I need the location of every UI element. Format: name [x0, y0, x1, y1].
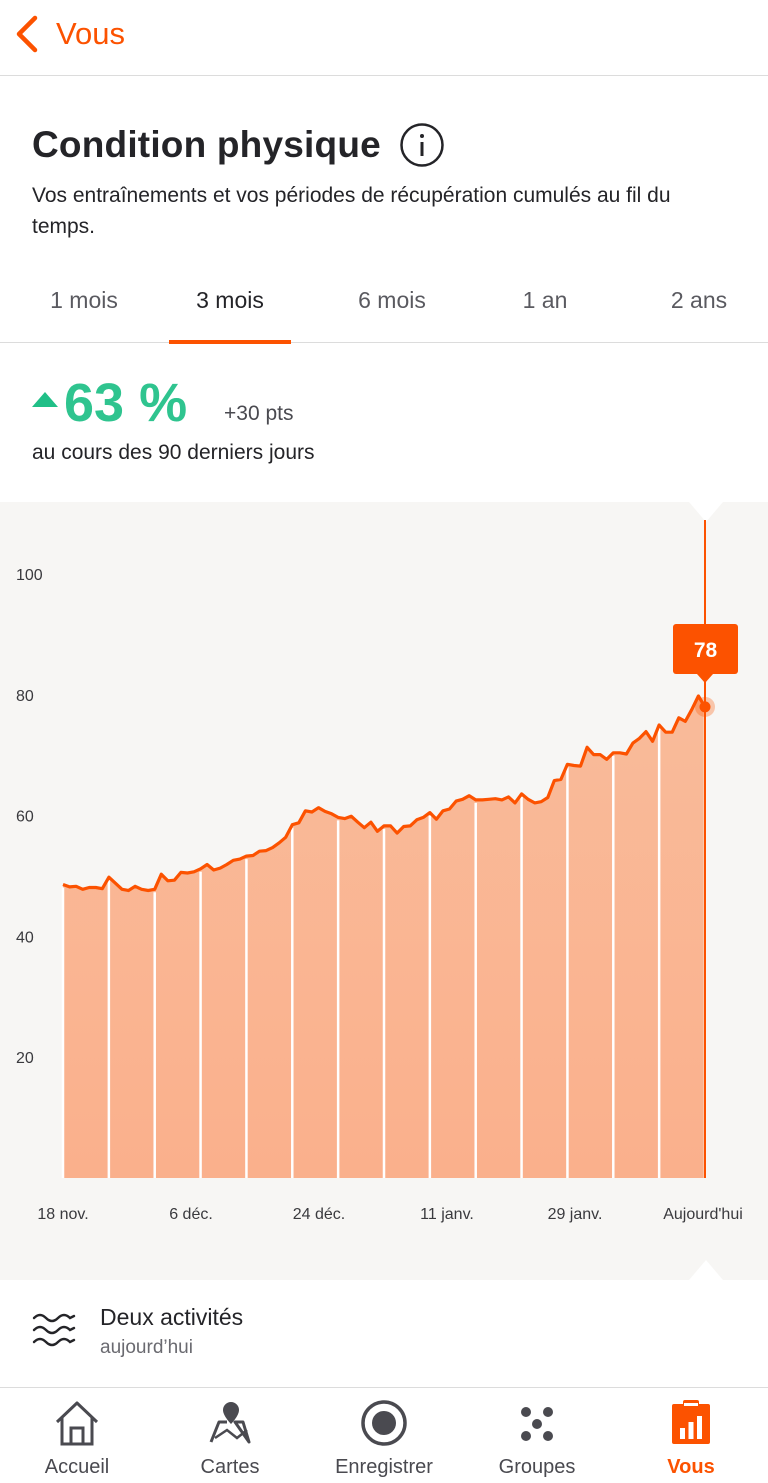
tab-3-months[interactable]: 3 mois [169, 270, 291, 344]
nav-item-record[interactable]: Enregistrer [307, 1388, 461, 1483]
fitness-chart[interactable]: 20 40 60 80 100 18 nov. 6 déc. 24 déc. 11 janv. 2… [0, 502, 768, 1280]
tab-label: 1 an [522, 287, 568, 313]
x-tick-label: 29 janv. [548, 1206, 603, 1223]
top-bar: Vous [0, 0, 768, 76]
nav-item-maps[interactable]: Cartes [153, 1388, 307, 1483]
y-tick-label: 20 [16, 1050, 34, 1067]
y-tick-label: 100 [16, 567, 43, 584]
tooltip-pointer [697, 674, 713, 683]
you-icon [672, 1400, 710, 1444]
chart-svg: 20 40 60 80 100 18 nov. 6 déc. 24 déc. 11 janv. 2… [16, 502, 743, 1280]
y-tick-label: 40 [16, 929, 34, 946]
map-icon [209, 1402, 251, 1444]
nav-item-groups[interactable]: Groupes [460, 1388, 614, 1483]
x-tick-label: 18 nov. [37, 1206, 88, 1223]
home-icon [55, 1401, 99, 1446]
nav-label: Enregistrer [335, 1456, 433, 1478]
tab-label: 6 mois [358, 287, 426, 313]
page-title: Condition physique [32, 124, 381, 165]
title-row: Condition physique [32, 122, 445, 168]
cursor-notch-bottom [689, 1260, 723, 1280]
nav-label: Vous [667, 1456, 715, 1478]
x-tick-label: Aujourd'hui [663, 1206, 743, 1223]
info-icon[interactable] [399, 122, 445, 168]
tab-1-year[interactable]: 1 an [468, 270, 622, 343]
nav-label: Groupes [498, 1456, 576, 1478]
x-tick-label: 24 déc. [293, 1206, 345, 1223]
activity-title: Deux activités [100, 1304, 244, 1330]
tab-label: 1 mois [50, 287, 118, 313]
tab-1-month[interactable]: 1 mois [7, 270, 161, 343]
trend-up-icon [32, 392, 58, 407]
tab-6-months[interactable]: 6 mois [315, 270, 469, 343]
activity-wave-icon [32, 1313, 76, 1347]
activity-subtitle: aujourd’hui [100, 1337, 193, 1358]
bottom-nav: Accueil Cartes Enregistrer Groupes Vous [0, 1388, 768, 1483]
fitness-percent: 63 % [64, 373, 188, 433]
nav-label: Cartes [200, 1456, 260, 1478]
y-tick-label: 80 [16, 688, 34, 705]
tab-2-years[interactable]: 2 ans [622, 270, 768, 343]
tooltip-value: 78 [694, 639, 718, 662]
summary-period: au cours des 90 derniers jours [32, 441, 315, 464]
chevron-left-icon [16, 15, 38, 53]
cursor-notch-top [689, 502, 723, 522]
back-button[interactable]: Vous [14, 10, 125, 58]
marker-dot [699, 701, 711, 713]
period-tabs: 1 mois 3 mois 6 mois 1 an 2 ans [0, 270, 768, 344]
nav-label: Accueil [44, 1456, 110, 1478]
back-label: Vous [56, 16, 125, 51]
tab-label: 2 ans [670, 287, 728, 313]
nav-item-home[interactable]: Accueil [0, 1388, 154, 1483]
record-icon [361, 1400, 407, 1446]
nav-item-you[interactable]: Vous [614, 1388, 768, 1483]
groups-icon [521, 1407, 553, 1441]
y-tick-label: 60 [16, 809, 34, 826]
fitness-delta: +30 pts [224, 402, 294, 425]
tab-label: 3 mois [196, 287, 264, 313]
x-tick-label: 11 janv. [420, 1206, 474, 1223]
activity-row[interactable]: Deux activités aujourd’hui [0, 1280, 768, 1388]
x-tick-label: 6 déc. [169, 1206, 213, 1223]
page-subtitle: Vos entraînements et vos périodes de réc… [32, 184, 671, 238]
